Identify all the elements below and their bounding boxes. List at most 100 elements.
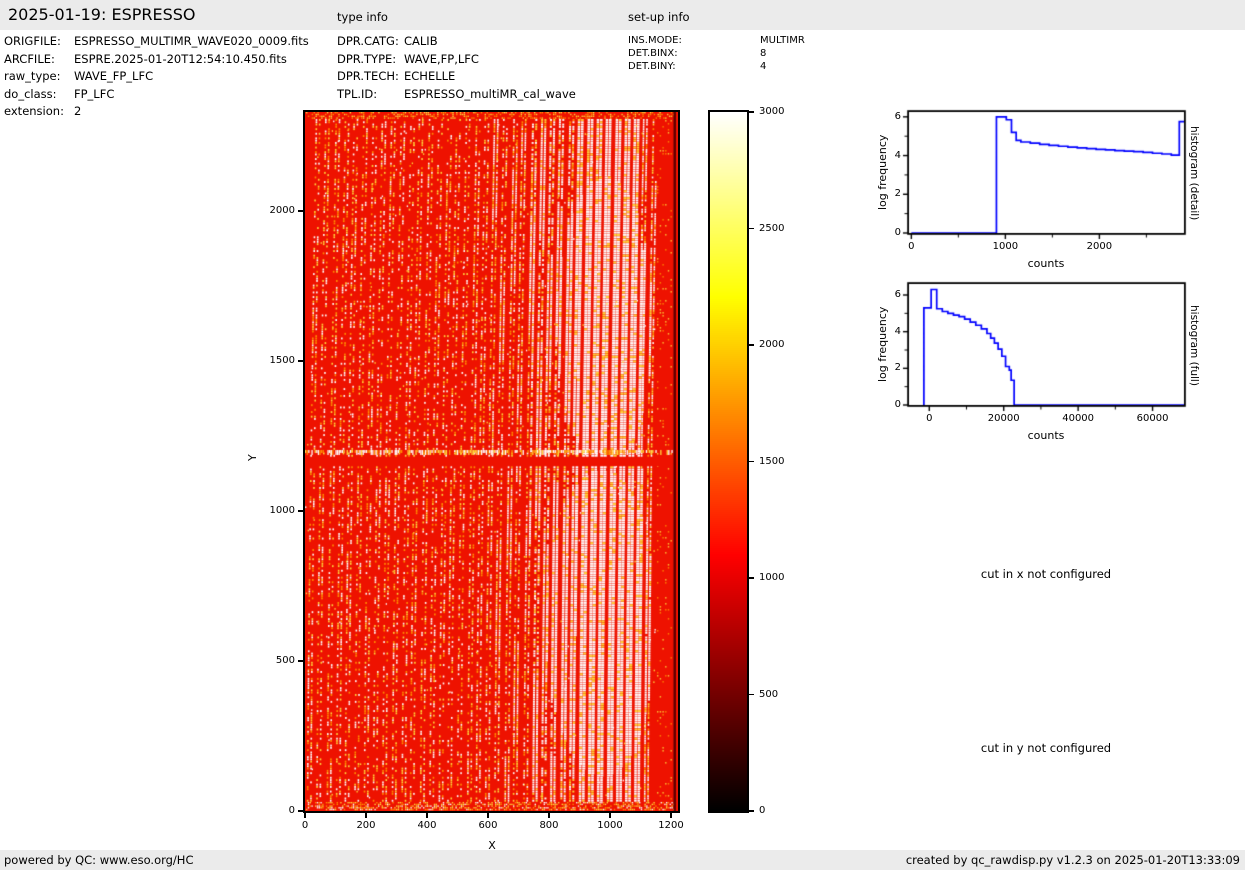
image-x-tick-label: 0	[285, 820, 325, 832]
info-label: INS.MODE:	[628, 34, 760, 47]
info-value: ESPRESSO_MULTIMR_WAVE020_0009.fits	[74, 33, 309, 51]
colorbar-tick-label: 1000	[759, 572, 799, 584]
hist-full-xlabel: counts	[996, 429, 1096, 442]
image-y-tick-label: 1500	[253, 355, 295, 367]
info-row: TPL.ID:ESPRESSO_multiMR_cal_wave	[337, 86, 576, 104]
footer-bar: powered by QC: www.eso.org/HC created by…	[0, 850, 1245, 870]
info-value: WAVE,FP,LFC	[404, 51, 479, 69]
info-value: 2	[74, 103, 81, 121]
hist-x-tick-label: 60000	[1128, 413, 1178, 425]
info-label: ORIGFILE:	[4, 33, 74, 51]
colorbar-tick-label: 2000	[759, 339, 799, 351]
colorbar-tick-label: 500	[759, 689, 799, 701]
hist-y-tick-label: 0	[873, 399, 901, 411]
info-label: DPR.CATG:	[337, 33, 404, 51]
cut-y-message: cut in y not configured	[936, 741, 1156, 755]
hist-y-tick-label: 6	[873, 111, 901, 123]
histogram-detail-canvas	[895, 103, 1195, 248]
footer-left-text: powered by QC: www.eso.org/HC	[4, 853, 193, 867]
page-title: 2025-01-19: ESPRESSO	[8, 5, 196, 24]
hist-y-tick-label: 2	[873, 188, 901, 200]
hist-detail-ylabel: log frequency	[876, 117, 889, 227]
hist-x-tick-label: 0	[904, 413, 954, 425]
tick-mark	[548, 813, 549, 818]
image-x-tick-label: 800	[529, 820, 569, 832]
tick-mark	[298, 810, 303, 811]
hist-y-tick-label: 4	[873, 150, 901, 162]
info-value: ESPRE.2025-01-20T12:54:10.450.fits	[74, 51, 287, 69]
info-label: ARCFILE:	[4, 51, 74, 69]
hist-detail-xlabel: counts	[996, 257, 1096, 270]
hist-x-tick-label: 1000	[980, 241, 1030, 253]
colorbar-tick-label: 0	[759, 805, 799, 817]
colorbar-tick-label: 1500	[759, 456, 799, 468]
type-info-title: type info	[337, 10, 388, 24]
image-x-tick-label: 1200	[651, 820, 691, 832]
image-y-tick-label: 1000	[253, 505, 295, 517]
colorbar-canvas	[710, 112, 747, 811]
info-row: do_class:FP_LFC	[4, 86, 309, 104]
info-row: raw_type:WAVE_FP_LFC	[4, 68, 309, 86]
setup-info-list: INS.MODE:MULTIMRDET.BINX:8DET.BINY:4	[628, 34, 805, 73]
info-label: extension:	[4, 103, 74, 121]
image-y-tick-label: 500	[253, 655, 295, 667]
info-row: DET.BINY:4	[628, 60, 805, 73]
info-label: DPR.TYPE:	[337, 51, 404, 69]
info-label: DET.BINX:	[628, 47, 760, 60]
image-x-tick-label: 200	[346, 820, 386, 832]
info-row: ARCFILE:ESPRE.2025-01-20T12:54:10.450.fi…	[4, 51, 309, 69]
hist-y-tick-label: 2	[873, 362, 901, 374]
image-y-tick-label: 0	[253, 805, 295, 817]
tick-mark	[609, 813, 610, 818]
info-label: DPR.TECH:	[337, 68, 404, 86]
tick-mark	[487, 813, 488, 818]
info-value: MULTIMR	[760, 34, 805, 47]
tick-mark	[749, 577, 754, 578]
colorbar-tick-label: 2500	[759, 223, 799, 235]
info-label: DET.BINY:	[628, 60, 760, 73]
tick-mark	[365, 813, 366, 818]
info-row: extension:2	[4, 103, 309, 121]
info-value: 4	[760, 60, 766, 73]
info-value: CALIB	[404, 33, 438, 51]
histogram-full-canvas	[895, 275, 1195, 420]
hist-x-tick-label: 20000	[979, 413, 1029, 425]
info-value: FP_LFC	[74, 86, 114, 104]
hist-y-tick-label: 0	[873, 227, 901, 239]
tick-mark	[298, 510, 303, 511]
tick-mark	[298, 210, 303, 211]
info-row: INS.MODE:MULTIMR	[628, 34, 805, 47]
hist-y-tick-label: 6	[873, 289, 901, 301]
hist-detail-right-label: histogram (detail)	[1188, 112, 1200, 234]
info-row: DPR.TYPE:WAVE,FP,LFC	[337, 51, 576, 69]
info-label: raw_type:	[4, 68, 74, 86]
tick-mark	[298, 660, 303, 661]
header-bar: 2025-01-19: ESPRESSO type info set-up in…	[0, 0, 1245, 30]
hist-y-tick-label: 4	[873, 326, 901, 338]
info-value: ESPRESSO_multiMR_cal_wave	[404, 86, 576, 104]
tick-mark	[304, 813, 305, 818]
tick-mark	[298, 360, 303, 361]
tick-mark	[749, 111, 754, 112]
tick-mark	[749, 461, 754, 462]
file-info-list: ORIGFILE:ESPRESSO_MULTIMR_WAVE020_0009.f…	[4, 33, 309, 121]
hist-full-right-label: histogram (full)	[1188, 284, 1200, 406]
info-row: DET.BINX:8	[628, 47, 805, 60]
tick-mark	[670, 813, 671, 818]
footer-right-text: created by qc_rawdisp.py v1.2.3 on 2025-…	[906, 853, 1240, 867]
tick-mark	[426, 813, 427, 818]
cut-x-message: cut in x not configured	[936, 567, 1156, 581]
qc-report-page: 2025-01-19: ESPRESSO type info set-up in…	[0, 0, 1245, 870]
tick-mark	[749, 228, 754, 229]
setup-info-title: set-up info	[628, 10, 690, 24]
info-label: do_class:	[4, 86, 74, 104]
image-x-tick-label: 400	[407, 820, 447, 832]
colorbar-frame	[708, 110, 749, 813]
hist-x-tick-label: 2000	[1074, 241, 1124, 253]
tick-mark	[749, 694, 754, 695]
info-value: ECHELLE	[404, 68, 455, 86]
raw-image-frame	[303, 110, 680, 813]
hist-x-tick-label: 40000	[1053, 413, 1103, 425]
info-row: DPR.TECH:ECHELLE	[337, 68, 576, 86]
info-value: 8	[760, 47, 766, 60]
